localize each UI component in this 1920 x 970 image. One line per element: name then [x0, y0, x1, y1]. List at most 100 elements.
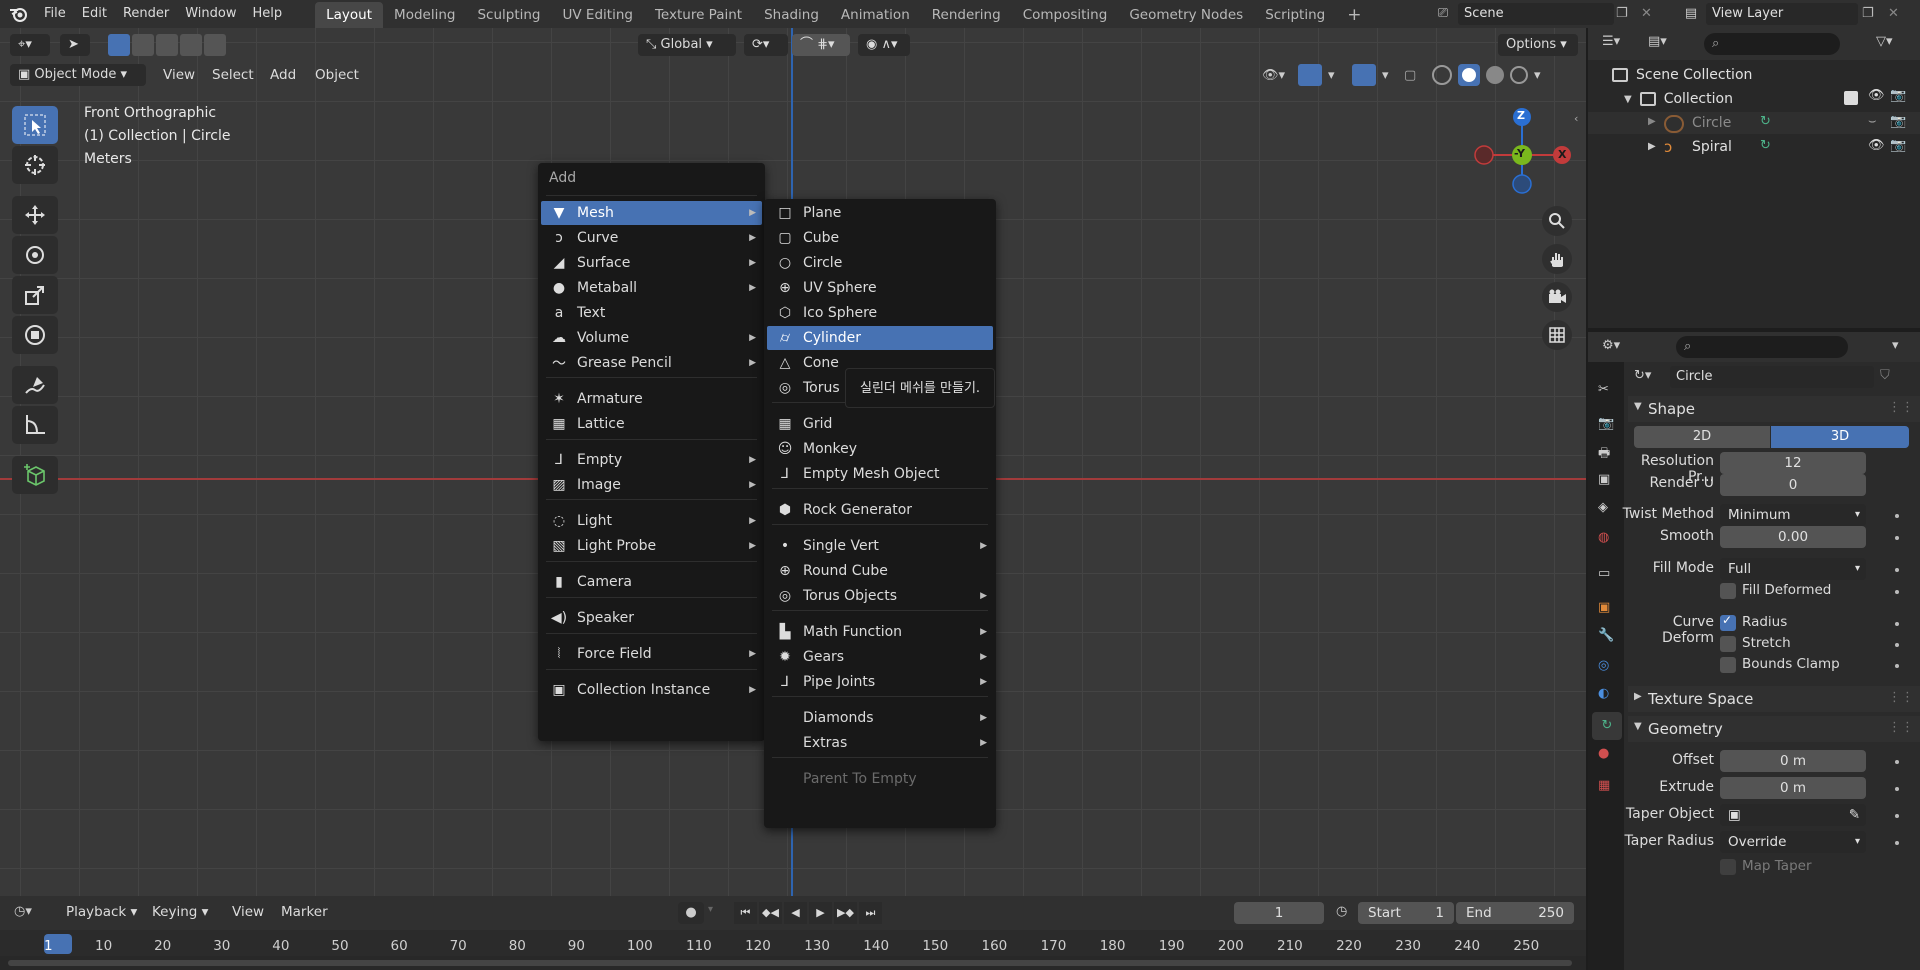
gizmo-icon[interactable] [1298, 64, 1322, 86]
add-menu-item-grease-pencil[interactable]: 〜 Grease Pencil ▶ [541, 351, 762, 375]
texture-drag-handle-icon[interactable]: ⋮⋮ [1888, 690, 1914, 705]
modifiers-tab-icon[interactable]: 🔧 [1598, 628, 1614, 643]
scene-selector[interactable]: ⎚ Scene [1428, 3, 1614, 25]
circle-hidden-icon[interactable]: ⌣ [1868, 114, 1877, 129]
add-menu-item-lattice[interactable]: ▦ Lattice [541, 412, 762, 436]
tab-layout[interactable]: Layout [315, 2, 384, 28]
select-box-tool[interactable] [12, 106, 58, 144]
tab-uv-editing[interactable]: UV Editing [552, 2, 644, 28]
mode-3d-button[interactable]: 3D [1771, 426, 1909, 448]
fill-deformed-checkbox[interactable] [1720, 583, 1736, 599]
navigation-gizmo[interactable]: Z -Y X [1470, 103, 1580, 223]
menu-timeline-view[interactable]: View [232, 904, 264, 920]
timeline-scrollbar[interactable] [8, 960, 1572, 966]
prev-keyframe-icon[interactable]: ◆◀ [759, 902, 782, 924]
auto-keying-button[interactable]: ● [678, 902, 704, 924]
map-taper-checkbox[interactable] [1720, 859, 1736, 875]
twist-method-dropdown[interactable]: Minimum ▾ [1720, 504, 1866, 526]
smooth-field[interactable]: 0.00 [1720, 526, 1866, 548]
offset-field[interactable]: 0 m [1720, 750, 1866, 772]
snap-toggle[interactable]: ⌒ ⋕▾ [792, 34, 850, 56]
mesh-menu-item-uv-sphere[interactable]: ⊕ UV Sphere [767, 276, 993, 300]
next-keyframe-icon[interactable]: ▶◆ [834, 902, 857, 924]
add-menu-item-collection-instance[interactable]: ▣ Collection Instance ▶ [541, 678, 762, 702]
mesh-menu-item-rock-generator[interactable]: ⬢ Rock Generator [767, 498, 993, 522]
menu-edit[interactable]: Edit [74, 0, 115, 28]
transform-orientation[interactable]: ⤡ Global ▾ [638, 34, 736, 56]
expand-circle-icon[interactable]: ▶ [1648, 116, 1656, 127]
menu-playback[interactable]: Playback ▾ [66, 904, 137, 920]
tab-sculpting[interactable]: Sculpting [466, 2, 551, 28]
scene-tab-icon[interactable]: ◈ [1598, 500, 1608, 515]
mesh-menu-item-empty-mesh-object[interactable]: ⅃ Empty Mesh Object [767, 462, 993, 486]
solid-shading-icon[interactable] [1458, 64, 1480, 86]
add-menu-item-text[interactable]: a Text [541, 301, 762, 325]
data-type-icon[interactable]: ↻▾ [1634, 368, 1651, 383]
current-frame-field[interactable]: 1 [1234, 902, 1324, 924]
rendered-shading-icon[interactable] [1510, 66, 1528, 84]
mesh-menu-item-round-cube[interactable]: ⊕ Round Cube [767, 559, 993, 583]
tab-rendering[interactable]: Rendering [921, 2, 1012, 28]
delete-view-layer-icon[interactable]: ✕ [1888, 3, 1908, 25]
delete-scene-icon[interactable]: ✕ [1641, 3, 1661, 25]
mode-2d-button[interactable]: 2D [1634, 426, 1770, 448]
tab-shading[interactable]: Shading [753, 2, 830, 28]
fake-user-shield-icon[interactable]: ⛉ [1880, 368, 1890, 383]
new-scene-icon[interactable]: ❐ [1616, 3, 1636, 25]
expand-collection-icon[interactable]: ▼ [1624, 94, 1632, 105]
zoom-icon[interactable] [1542, 206, 1572, 236]
mesh-menu-item-circle[interactable]: ○ Circle [767, 251, 993, 275]
mesh-menu-item-pipe-joints[interactable]: ⅃ Pipe Joints ▶ [767, 670, 993, 694]
mesh-menu-item-cube[interactable]: ▢ Cube [767, 226, 993, 250]
view-layer-name[interactable]: View Layer [1706, 3, 1858, 25]
mesh-menu-item-extras[interactable]: Extras ▶ [767, 731, 993, 755]
end-frame-field[interactable]: End 250 [1456, 902, 1574, 924]
geometry-drag-handle-icon[interactable]: ⋮⋮ [1888, 720, 1914, 735]
add-menu-item-light[interactable]: ◌ Light ▶ [541, 509, 762, 533]
bounds-clamp-checkbox[interactable] [1720, 657, 1736, 673]
drag-handle-icon[interactable]: ⋮⋮ [1888, 400, 1914, 415]
object-tab-icon[interactable]: ▣ [1598, 600, 1610, 615]
add-menu-item-empty[interactable]: ⅃ Empty ▶ [541, 448, 762, 472]
mesh-menu-item-diamonds[interactable]: Diamonds ▶ [767, 706, 993, 730]
tab-animation[interactable]: Animation [830, 2, 921, 28]
view-layer-selector[interactable]: ▤ View Layer [1676, 3, 1858, 25]
scene-name[interactable]: Scene [1458, 3, 1614, 25]
select-extend-icon[interactable] [132, 34, 154, 56]
props-search-input[interactable]: ⌕ [1676, 336, 1848, 358]
render-u-field[interactable]: 0 [1720, 474, 1866, 496]
add-menu-item-light-probe[interactable]: ▧ Light Probe ▶ [541, 534, 762, 558]
keying-dropdown-icon[interactable]: ▾ [708, 904, 713, 915]
menu-help[interactable]: Help [245, 0, 291, 28]
ortho-grid-icon[interactable] [1542, 320, 1572, 350]
physics-tab-icon[interactable]: ◐ [1598, 686, 1609, 701]
add-menu-item-curve[interactable]: ↄ Curve ▶ [541, 226, 762, 250]
preview-range-icon[interactable]: ◷ [1336, 904, 1347, 919]
measure-tool[interactable] [12, 406, 58, 444]
gizmo-dropdown-icon[interactable]: ▾ [1328, 68, 1338, 83]
jump-end-icon[interactable]: ⏭ [859, 902, 882, 924]
mesh-menu-item-ico-sphere[interactable]: ⬡ Ico Sphere [767, 301, 993, 325]
mesh-menu-item-grid[interactable]: ▦ Grid [767, 412, 993, 436]
circle-render-icon[interactable]: 📷 [1890, 114, 1906, 129]
tool-tab-icon[interactable]: ✂ [1598, 382, 1609, 397]
new-view-layer-icon[interactable]: ❐ [1862, 3, 1882, 25]
menu-view[interactable]: View [163, 64, 195, 86]
select-new-icon[interactable] [108, 34, 130, 56]
particles-tab-icon[interactable]: ◎ [1598, 658, 1609, 673]
fill-mode-dropdown[interactable]: Full ▾ [1720, 558, 1866, 580]
shading-dropdown-icon[interactable]: ▾ [1534, 68, 1544, 83]
filter-icon[interactable]: ▽▾ [1876, 34, 1893, 49]
visibility-icon[interactable]: 👁▾ [1262, 68, 1292, 83]
geometry-panel-header[interactable]: ▼ Geometry ⋮⋮ [1628, 716, 1920, 742]
scale-tool[interactable] [12, 276, 58, 314]
shape-panel-header[interactable]: ▼ Shape ⋮⋮ [1628, 396, 1920, 422]
add-menu-item-mesh[interactable]: ▼ Mesh ▶ [541, 201, 762, 225]
props-editor-icon[interactable]: ⚙▾ [1602, 338, 1620, 353]
wireframe-shading-icon[interactable] [1432, 65, 1452, 85]
play-reverse-icon[interactable]: ◀ [784, 902, 807, 924]
spiral-render-icon[interactable]: 📷 [1890, 138, 1906, 153]
options-button[interactable]: Options ▾ [1498, 34, 1578, 56]
menu-object[interactable]: Object [315, 64, 359, 86]
overlays-dropdown-icon[interactable]: ▾ [1382, 68, 1392, 83]
